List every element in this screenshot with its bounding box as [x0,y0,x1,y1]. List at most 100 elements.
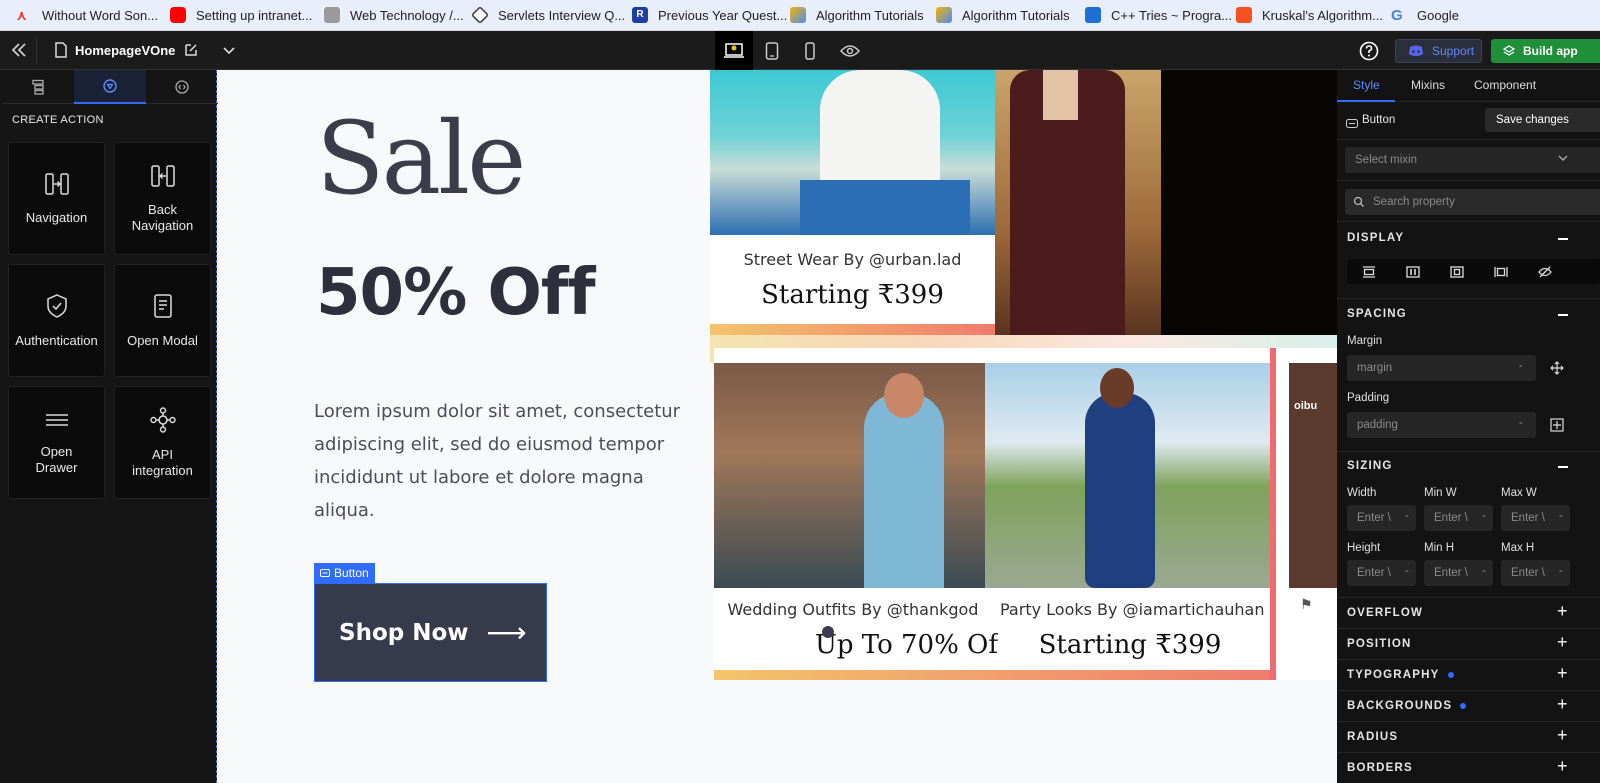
google-icon: G [1391,7,1403,24]
eye-icon [840,44,860,57]
sale-title: Sale [316,100,526,217]
bookmark-7[interactable]: Algorithm Tutorials [936,0,1085,31]
tab-code[interactable] [146,70,218,104]
bookmark-6[interactable]: Algorithm Tutorials [790,0,936,31]
bookmark-favicon-icon: ⋏ [16,7,28,23]
min-width-input[interactable]: Enter \ - [1424,505,1493,531]
expand-icon[interactable]: + [1557,632,1600,653]
tablet-view-button[interactable] [753,31,791,70]
typography-section-title[interactable]: TYPOGRAPHY [1347,669,1454,681]
expand-icon[interactable]: + [1557,601,1600,622]
tab-style[interactable]: Style [1353,78,1380,92]
display-flex-icon[interactable] [1391,259,1435,284]
bookmark-3[interactable]: Web Technology /... [324,0,472,31]
radius-section-title[interactable]: RADIUS [1347,731,1398,743]
action-authentication[interactable]: Authentication [8,264,105,377]
collapse-icon[interactable] [1558,466,1568,468]
width-input[interactable]: Enter \ - [1347,505,1416,531]
bookmark-2[interactable]: Setting up intranet... [170,0,324,31]
action-open-drawer[interactable]: Open Drawer [8,386,105,499]
create-action-title: CREATE ACTION [12,114,104,126]
min-height-input[interactable]: Enter \ - [1424,560,1493,586]
tab-mixins[interactable]: Mixins [1411,78,1445,92]
padding-box-icon[interactable] [1550,418,1564,437]
move-icon[interactable] [1550,361,1564,380]
display-inline-icon[interactable] [1479,259,1523,284]
collapse-icon[interactable] [1558,238,1568,240]
display-options [1347,259,1600,284]
overflow-section-title[interactable]: OVERFLOW [1347,607,1423,619]
borders-section-title[interactable]: BORDERS [1347,762,1413,774]
expand-icon[interactable]: + [1557,756,1600,777]
expand-icon[interactable]: + [1557,725,1600,746]
selection-tag: Button [314,563,375,583]
mobile-view-button[interactable] [791,31,829,70]
bookmark-1[interactable]: ⋏ Without Word Son... [16,0,170,31]
save-changes-button[interactable]: Save changes [1485,108,1600,132]
position-section-title[interactable]: POSITION [1347,638,1412,650]
action-back-navigation[interactable]: Back Navigation [114,142,211,255]
expand-icon[interactable]: + [1557,694,1600,715]
preview-button[interactable] [831,31,869,70]
action-api-integration[interactable]: API integration [114,386,211,499]
padding-input[interactable]: padding - [1347,412,1536,438]
bookmark-5[interactable]: R Previous Year Quest... [632,0,790,31]
discount-heading: 50% Off [316,256,596,330]
build-app-button[interactable]: Build app [1491,39,1600,63]
mixin-select[interactable]: Select mixin [1345,147,1600,173]
max-width-input[interactable]: Enter \ - [1501,505,1570,531]
page-file-icon [54,42,68,63]
action-open-modal[interactable]: Open Modal [114,264,211,377]
action-navigation[interactable]: Navigation [8,142,105,255]
brand-logo: oibu [1294,400,1318,412]
button-type-icon [1346,115,1358,133]
layers-tree-icon [32,79,44,95]
desktop-view-button[interactable] [715,31,753,70]
sizing-section-title[interactable]: SIZING [1347,460,1393,472]
party-photo [985,363,1270,588]
bookmark-9[interactable]: Kruskal's Algorithm... [1236,0,1391,31]
button-type-icon [320,569,330,577]
min-height-label: Min H [1424,542,1455,554]
app-topbar: HomepageVOne Support Build app [0,31,1600,70]
collapse-sidebar-icon[interactable] [10,41,28,64]
backgrounds-section-title[interactable]: BACKGROUNDS [1347,700,1467,712]
api-icon [149,406,176,433]
search-property-input[interactable]: Search property [1345,189,1600,215]
height-input[interactable]: Enter \ - [1347,560,1416,586]
tablet-icon [765,41,779,60]
spacing-section-title[interactable]: SPACING [1347,308,1407,320]
tab-actions[interactable] [74,70,146,104]
shop-now-button[interactable]: Shop Now ⟶ [314,583,547,682]
mobile-icon [805,41,815,60]
height-label: Height [1347,542,1381,554]
bookmark-icon: ⚑ [1300,596,1313,612]
display-section-title[interactable]: DISPLAY [1347,232,1404,244]
promo-card-streetwear[interactable]: Street Wear By @urban.lad Starting ₹399 [710,70,995,335]
collapse-icon[interactable] [1558,314,1568,316]
display-grid-icon[interactable] [1435,259,1479,284]
tab-layers[interactable] [2,70,74,104]
edit-icon[interactable] [183,42,199,63]
display-block-icon[interactable] [1347,259,1391,284]
expand-icon[interactable]: + [1557,663,1600,684]
bookmark-favicon-icon [470,5,490,25]
bookmark-10[interactable]: G Google [1391,0,1471,31]
support-button[interactable]: Support [1395,39,1482,63]
modal-icon [153,293,172,318]
actions-icon [103,79,117,93]
help-icon [1359,41,1379,61]
display-none-icon[interactable] [1523,259,1567,284]
margin-input[interactable]: margin - [1347,355,1536,381]
help-button[interactable] [1359,41,1379,66]
streetwear-price: Starting ₹399 [761,280,944,310]
bookmark-4[interactable]: Servlets Interview Q... [470,0,632,31]
design-canvas[interactable]: Sale 50% Off Lorem ipsum dolor sit amet,… [218,70,1337,783]
selected-element-label: Button [1362,114,1396,126]
promo-strip: Wedding Outfits By @thankgod Up To 70% O… [714,348,1270,680]
max-height-input[interactable]: Enter \ - [1501,560,1570,586]
bookmark-favicon-icon [790,7,806,23]
chevron-down-icon[interactable] [221,42,237,63]
bookmark-8[interactable]: C++ Tries ~ Progra... [1085,0,1236,31]
tab-component[interactable]: Component [1474,78,1536,92]
